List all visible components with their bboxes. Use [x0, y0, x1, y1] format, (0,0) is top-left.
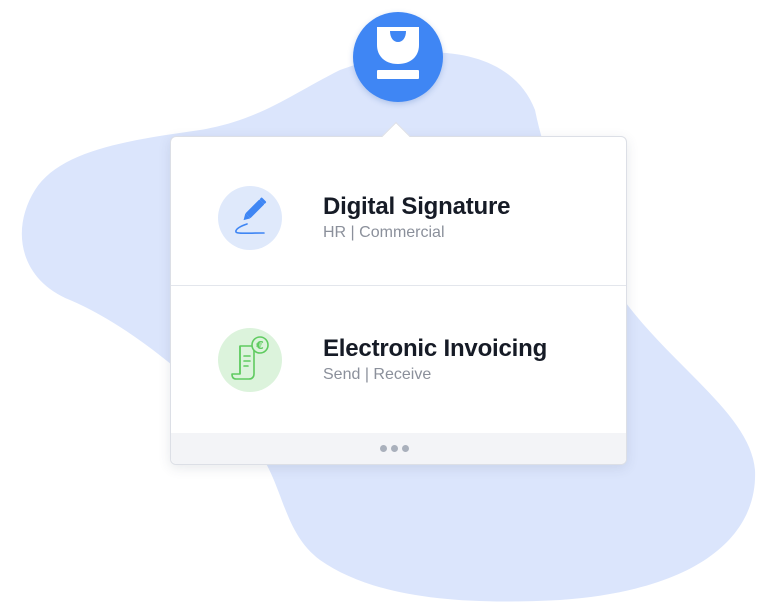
euro-invoice-icon: €	[218, 328, 282, 392]
svg-text:€: €	[255, 339, 264, 352]
stage: Digital Signature HR | Commercial € Elec…	[0, 0, 758, 604]
pen-signature-icon	[218, 186, 282, 250]
menu-item-electronic-invoicing[interactable]: € Electronic Invoicing Send | Receive	[171, 286, 626, 434]
menu-item-subtitle: Send | Receive	[323, 366, 432, 383]
menu-item-title: Electronic Invoicing	[323, 335, 548, 362]
more-dots-icon	[380, 445, 420, 453]
user-badge-icon	[377, 27, 419, 79]
menu-item-digital-signature[interactable]: Digital Signature HR | Commercial	[171, 137, 626, 285]
menu-item-title: Digital Signature	[323, 193, 511, 220]
app-launcher-button[interactable]	[353, 12, 443, 102]
more-options-footer[interactable]	[171, 433, 626, 464]
menu-item-subtitle: HR | Commercial	[323, 224, 445, 241]
services-popover: Digital Signature HR | Commercial € Elec…	[170, 121, 627, 465]
